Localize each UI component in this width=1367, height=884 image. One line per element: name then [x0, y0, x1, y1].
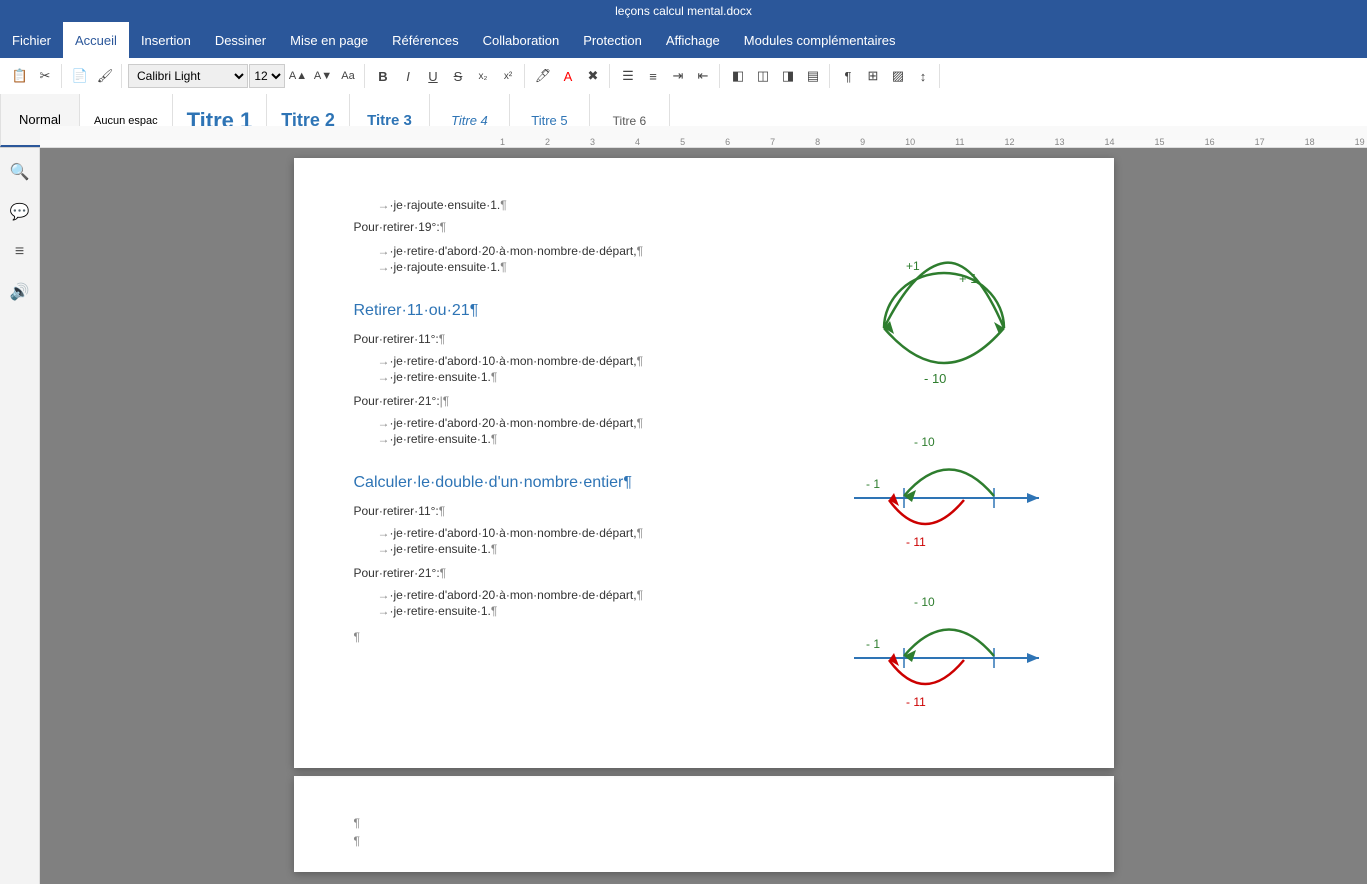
document-title: leçons calcul mental.docx: [615, 4, 752, 18]
strikethrough-button[interactable]: S: [446, 64, 470, 88]
format-toolbar: 📋 ✂ 📄 🖌 Calibri Light 12 A▲ A▼ Aa B I U …: [0, 58, 1367, 94]
line-3: →·je·retire·d'abord·20·à·mon·nombre·de·d…: [378, 244, 824, 258]
increase-font-button[interactable]: A▲: [286, 64, 310, 88]
sec2-pilcrow: ¶: [354, 630, 824, 644]
font-selector[interactable]: Calibri Light: [128, 64, 248, 88]
font-group: Calibri Light 12 A▲ A▼ Aa: [124, 64, 365, 88]
paragraph-group: ¶ ⊞ ▨ ↕: [832, 64, 940, 88]
doc-content-1: →·je·rajoute·ensuite·1.¶ Pour·retirer·19…: [354, 198, 824, 728]
border-button[interactable]: ⊞: [861, 64, 885, 88]
decrease-font-button[interactable]: A▼: [311, 64, 335, 88]
highlight-group: 🖊 A ✖: [527, 64, 610, 88]
comment-icon[interactable]: 💬: [4, 196, 36, 228]
line-2: Pour·retirer·19°:¶: [354, 220, 824, 234]
align-group: ◧ ◫ ◨ ▤: [722, 64, 830, 88]
shading-button[interactable]: ▨: [886, 64, 910, 88]
sec1-line-5: →·je·retire·d'abord·20·à·mon·nombre·de·d…: [378, 416, 824, 430]
style-group: B I U S x₂ x²: [367, 64, 525, 88]
svg-text:- 1: - 1: [866, 477, 880, 491]
cut-button[interactable]: ✂: [33, 64, 57, 88]
drawing-top: + 1 - 10 +1: [844, 238, 1054, 408]
menu-references[interactable]: Références: [380, 22, 470, 58]
align-right-button[interactable]: ◨: [776, 64, 800, 88]
sec2-line-6: →·je·retire·ensuite·1.¶: [378, 604, 824, 618]
paste-button[interactable]: 📋: [8, 64, 32, 88]
copy-button[interactable]: 📄: [68, 64, 92, 88]
menu-protection[interactable]: Protection: [571, 22, 654, 58]
superscript-button[interactable]: x²: [496, 64, 520, 88]
page2-line-2: ¶: [354, 834, 1054, 848]
menu-fichier[interactable]: Fichier: [0, 22, 63, 58]
left-sidebar: 🔍 💬 ≡ 🔊: [0, 148, 40, 884]
menu-miseenpage[interactable]: Mise en page: [278, 22, 380, 58]
highlight-button[interactable]: 🖊: [531, 64, 555, 88]
italic-button[interactable]: I: [396, 64, 420, 88]
search-icon[interactable]: 🔍: [4, 156, 36, 188]
bullet-list-button[interactable]: ☰: [616, 64, 640, 88]
underline-button[interactable]: U: [421, 64, 445, 88]
svg-text:- 11: - 11: [906, 535, 926, 549]
svg-text:+1: +1: [906, 259, 920, 273]
svg-text:- 10: - 10: [914, 595, 935, 609]
svg-text:- 10: - 10: [924, 371, 946, 386]
horizontal-ruler: 1 2 3 4 5 6 7 8 9 10 11 12 13 14 15 16 1…: [40, 126, 1367, 148]
nav-icon[interactable]: ≡: [4, 236, 36, 268]
font-color-button[interactable]: A: [556, 64, 580, 88]
menu-affichage[interactable]: Affichage: [654, 22, 732, 58]
document-page-2: ¶ ¶: [294, 776, 1114, 872]
svg-text:- 1: - 1: [866, 637, 880, 651]
title-bar: leçons calcul mental.docx: [0, 0, 1367, 22]
clipboard-group: 📋 ✂: [4, 64, 62, 88]
sec2-line-2: →·je·retire·d'abord·10·à·mon·nombre·de·d…: [378, 526, 824, 540]
drawing-middle: - 10 - 1 - 11: [844, 428, 1054, 568]
undo-group: 📄 🖌: [64, 64, 122, 88]
sec2-line-1: Pour·retirer·11°:¶: [354, 504, 824, 518]
sec2-line-5: →·je·retire·d'abord·20·à·mon·nombre·de·d…: [378, 588, 824, 602]
menu-bar: Fichier Accueil Insertion Dessiner Mise …: [0, 22, 1367, 58]
menu-modules[interactable]: Modules complémentaires: [732, 22, 908, 58]
align-left-button[interactable]: ◧: [726, 64, 750, 88]
heading-retirer-11-21: Retirer·11·ou·21¶: [354, 302, 824, 320]
format-painter[interactable]: 🖌: [93, 64, 117, 88]
numbered-list-button[interactable]: ≡: [641, 64, 665, 88]
drawings-column: + 1 - 10 +1 - 10 - 1: [844, 198, 1054, 728]
sec1-line-1: Pour·retirer·11°:¶: [354, 332, 824, 346]
document-area[interactable]: →·je·rajoute·ensuite·1.¶ Pour·retirer·19…: [40, 148, 1367, 884]
indent-less-button[interactable]: ⇤: [691, 64, 715, 88]
bold-button[interactable]: B: [371, 64, 395, 88]
line-spacing-button[interactable]: ↕: [911, 64, 935, 88]
menu-insertion[interactable]: Insertion: [129, 22, 203, 58]
page2-line-1: ¶: [354, 816, 1054, 830]
document-page-1: →·je·rajoute·ensuite·1.¶ Pour·retirer·19…: [294, 158, 1114, 768]
sec1-line-2: →·je·retire·d'abord·10·à·mon·nombre·de·d…: [378, 354, 824, 368]
sec2-line-4: Pour·retirer·21°:¶: [354, 566, 824, 580]
case-button[interactable]: Aa: [336, 64, 360, 88]
pilcrow-button[interactable]: ¶: [836, 64, 860, 88]
indent-more-button[interactable]: ⇥: [666, 64, 690, 88]
sec1-line-6: →·je·retire·ensuite·1.¶: [378, 432, 824, 446]
subscript-button[interactable]: x₂: [471, 64, 495, 88]
clear-format-button[interactable]: ✖: [581, 64, 605, 88]
svg-text:- 11: - 11: [906, 695, 926, 709]
speaker-icon[interactable]: 🔊: [4, 276, 36, 308]
line-1: →·je·rajoute·ensuite·1.¶: [378, 198, 824, 212]
menu-dessiner[interactable]: Dessiner: [203, 22, 278, 58]
list-group: ☰ ≡ ⇥ ⇤: [612, 64, 720, 88]
svg-text:- 10: - 10: [914, 435, 935, 449]
menu-collaboration[interactable]: Collaboration: [471, 22, 572, 58]
sec1-line-4: Pour·retirer·21°:|¶: [354, 394, 824, 408]
drawing-bottom: - 10 - 1 - 11: [844, 588, 1054, 728]
align-center-button[interactable]: ◫: [751, 64, 775, 88]
heading-double: Calculer·le·double·d'un·nombre·entier¶: [354, 474, 824, 492]
menu-accueil[interactable]: Accueil: [63, 22, 129, 58]
sec2-line-3: →·je·retire·ensuite·1.¶: [378, 542, 824, 556]
sec1-line-3: →·je·retire·ensuite·1.¶: [378, 370, 824, 384]
font-size-selector[interactable]: 12: [249, 64, 285, 88]
line-4: →·je·rajoute·ensuite·1.¶: [378, 260, 824, 274]
justify-button[interactable]: ▤: [801, 64, 825, 88]
